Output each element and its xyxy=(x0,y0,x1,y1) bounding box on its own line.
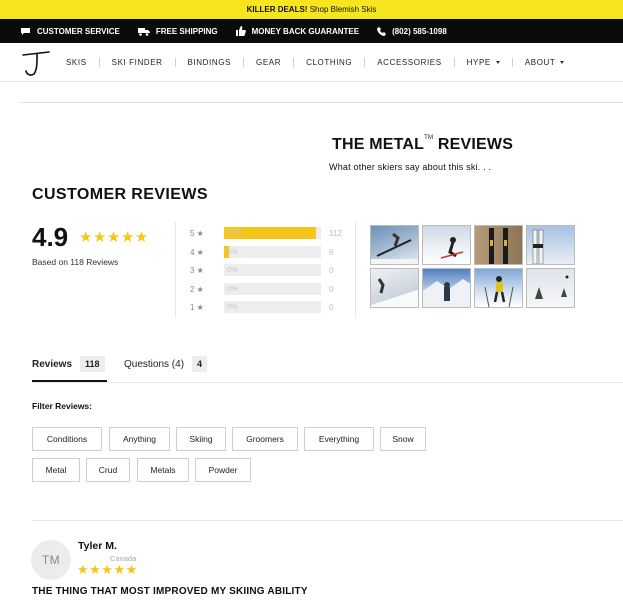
reviews-page-subtitle: What other skiers say about this ski. . … xyxy=(329,162,492,172)
filter-chip-skiing[interactable]: Skiing xyxy=(176,427,226,451)
free-shipping-link[interactable]: FREE SHIPPING xyxy=(137,27,218,36)
chevron-down-icon xyxy=(560,61,565,64)
money-back-link[interactable]: MONEY BACK GUARANTEE xyxy=(235,26,359,36)
filter-chip-metals[interactable]: Metals xyxy=(137,458,189,482)
filter-chip-metal[interactable]: Metal xyxy=(32,458,80,482)
section-divider xyxy=(19,102,623,103)
promo-bold-text: KILLER DEALS! xyxy=(246,5,308,14)
histogram-bar: 0% xyxy=(224,283,321,295)
promo-link[interactable]: Shop Blemish Skis xyxy=(310,5,377,14)
customer-service-link[interactable]: CUSTOMER SERVICE xyxy=(20,27,120,36)
summary-divider xyxy=(355,222,356,318)
histogram-row[interactable]: 5 ★ 95% 112 xyxy=(190,227,342,239)
main-nav: SKIS SKI FINDER BINDINGS GEAR CLOTHING A… xyxy=(0,43,623,82)
nav-item-hype[interactable]: HYPE xyxy=(467,58,500,67)
review-star-rating: ★★★★★ xyxy=(77,562,138,577)
nav-item-about[interactable]: ABOUT xyxy=(525,58,565,67)
nav-divider xyxy=(98,58,100,67)
reviewer-name: Tyler M. xyxy=(78,540,117,552)
nav-divider xyxy=(243,58,245,67)
promo-banner[interactable]: KILLER DEALS! Shop Blemish Skis xyxy=(0,0,623,19)
skier-photo-image xyxy=(423,279,470,307)
skis-photo-image xyxy=(489,228,508,264)
skier-photo-image xyxy=(371,232,418,264)
truck-icon xyxy=(137,27,150,36)
review-count-text: Based on 118 Reviews xyxy=(32,257,119,267)
skis-photo-image xyxy=(532,229,544,264)
chat-icon xyxy=(21,27,30,35)
tab-questions[interactable]: Questions (4) 4 xyxy=(124,356,208,372)
nav-divider xyxy=(293,58,295,67)
review-photo[interactable] xyxy=(526,268,575,308)
filter-chip-anything[interactable]: Anything xyxy=(109,427,170,451)
filter-reviews-label: Filter Reviews: xyxy=(32,401,92,411)
filter-chip-powder[interactable]: Powder xyxy=(195,458,251,482)
tab-badge: 118 xyxy=(80,356,105,372)
histogram-row[interactable]: 1 ★ 0% 0 xyxy=(190,301,333,313)
nav-item-bindings[interactable]: BINDINGS xyxy=(188,58,231,67)
review-photo[interactable] xyxy=(370,225,419,265)
review-photo[interactable] xyxy=(422,225,471,265)
review-photo[interactable] xyxy=(422,268,471,308)
filter-chip-conditions[interactable]: Conditions xyxy=(32,427,102,451)
nav-divider xyxy=(364,58,366,67)
summary-divider xyxy=(175,222,176,318)
customer-reviews-heading: CUSTOMER REVIEWS xyxy=(32,186,208,203)
review-photo[interactable] xyxy=(474,225,523,265)
filter-chip-groomers[interactable]: Groomers xyxy=(232,427,298,451)
review-list-divider xyxy=(32,520,623,521)
tabs-divider xyxy=(32,382,623,383)
phone-icon xyxy=(377,26,387,36)
nav-item-gear[interactable]: GEAR xyxy=(256,58,281,67)
phone-link[interactable]: (802) 585-1098 xyxy=(377,26,447,36)
histogram-bar: 5% xyxy=(224,246,321,258)
review-title: THE THING THAT MOST IMPROVED MY SKIING A… xyxy=(32,586,308,597)
nav-item-skis[interactable]: SKIS xyxy=(66,58,87,67)
average-rating: 4.9 xyxy=(32,222,69,252)
trees-photo-image xyxy=(535,275,569,299)
nav-divider xyxy=(453,58,455,67)
tab-reviews[interactable]: Reviews 118 xyxy=(32,356,105,372)
chevron-down-icon xyxy=(495,61,500,64)
brand-logo[interactable] xyxy=(19,49,53,77)
review-photo[interactable] xyxy=(526,225,575,265)
reviews-page-title: THE METALTM REVIEWS xyxy=(332,135,514,153)
skier-photo-image xyxy=(440,237,464,259)
average-star-rating: ★★★★★ xyxy=(79,229,149,246)
review-photo[interactable] xyxy=(474,268,523,308)
histogram-bar: 0% xyxy=(224,301,321,313)
filter-chip-crud[interactable]: Crud xyxy=(86,458,130,482)
nav-item-ski-finder[interactable]: SKI FINDER xyxy=(112,58,163,67)
trademark: TM xyxy=(424,135,434,141)
histogram-row[interactable]: 4 ★ 5% 6 xyxy=(190,246,333,258)
skier-photo-image xyxy=(371,278,418,307)
review-photo[interactable] xyxy=(370,268,419,308)
tab-badge: 4 xyxy=(192,356,208,372)
nav-item-accessories[interactable]: ACCESSORIES xyxy=(377,58,441,67)
thumbs-up-icon xyxy=(235,26,246,36)
filter-chip-everything[interactable]: Everything xyxy=(304,427,374,451)
nav-divider xyxy=(511,58,513,67)
histogram-row[interactable]: 2 ★ 0% 0 xyxy=(190,283,333,295)
avatar: TM xyxy=(31,540,71,580)
info-bar: CUSTOMER SERVICE FREE SHIPPING MONEY BAC… xyxy=(0,19,623,43)
nav-links: SKIS SKI FINDER BINDINGS GEAR CLOTHING A… xyxy=(66,43,565,82)
skier-photo-image xyxy=(484,276,514,307)
filter-chip-snow[interactable]: Snow xyxy=(380,427,426,451)
nav-divider xyxy=(174,58,176,67)
histogram-row[interactable]: 3 ★ 0% 0 xyxy=(190,264,333,276)
histogram-bar: 95% xyxy=(224,227,321,239)
nav-item-clothing[interactable]: CLOTHING xyxy=(306,58,352,67)
histogram-bar: 0% xyxy=(224,264,321,276)
